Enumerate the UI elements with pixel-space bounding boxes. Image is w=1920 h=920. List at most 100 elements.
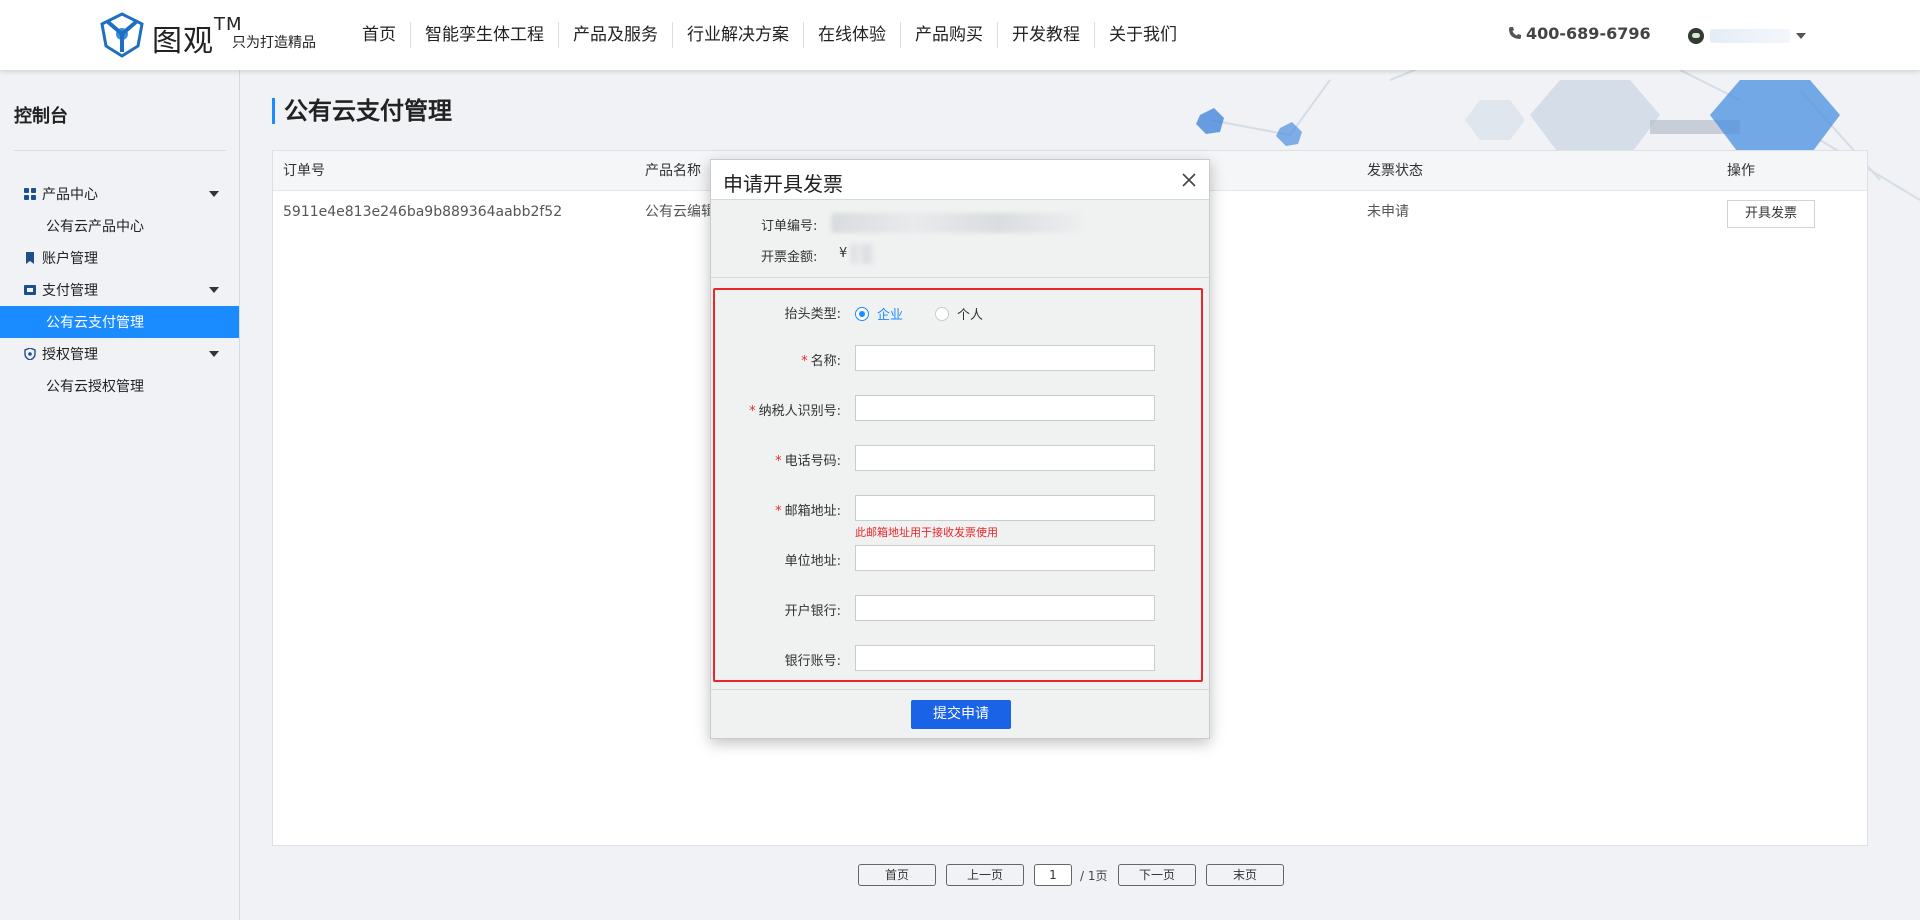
- form-row-phone: * 电话号码:: [715, 445, 1201, 473]
- dialog-footer-divider: [711, 689, 1209, 690]
- user-menu[interactable]: [1688, 28, 1806, 44]
- dialog-divider: [711, 277, 1209, 278]
- bank-input[interactable]: [855, 595, 1155, 621]
- phone-label: 电话号码:: [784, 454, 841, 469]
- brand-name[interactable]: 图观TM: [152, 14, 243, 60]
- issue-invoice-button[interactable]: 开具发票: [1727, 200, 1815, 228]
- page-number-input[interactable]: 1: [1034, 864, 1072, 886]
- sidebar-menu: 产品中心 公有云产品中心 账户管理 支付管理 公有云支付管理 授权管理 公有云授…: [0, 178, 239, 402]
- sidebar-item-public-cloud-auth[interactable]: 公有云授权管理: [0, 370, 239, 402]
- phone-number: 400-689-6796: [1526, 24, 1651, 43]
- invoice-form: 抬头类型: 企业 个人 * 名称: * 纳税人识别号: * 电话号码: * 邮箱地址: …: [713, 288, 1203, 682]
- form-row-email: * 邮箱地址: 此邮箱地址用于接收发票使用: [715, 495, 1201, 539]
- bank-account-label: 银行账号:: [784, 654, 841, 669]
- avatar[interactable]: [1688, 28, 1704, 44]
- chevron-down-icon[interactable]: [1796, 33, 1806, 39]
- email-hint: 此邮箱地址用于接收发票使用: [855, 526, 998, 539]
- form-row-company-address: 单位地址:: [715, 545, 1201, 573]
- sidebar-item-account[interactable]: 账户管理: [0, 242, 239, 274]
- last-page-button[interactable]: 末页: [1206, 864, 1284, 886]
- nav-about[interactable]: 关于我们: [1095, 22, 1191, 48]
- nav-solutions[interactable]: 行业解决方案: [673, 22, 804, 48]
- sidebar-item-label: 公有云产品中心: [46, 219, 144, 235]
- sidebar-item-label: 授权管理: [42, 347, 98, 363]
- email-input[interactable]: [855, 495, 1155, 521]
- radio-unchecked-icon[interactable]: [935, 306, 949, 321]
- caret-down-icon[interactable]: [209, 287, 219, 293]
- nav-online-demo[interactable]: 在线体验: [804, 22, 901, 48]
- sidebar-divider: [14, 150, 226, 151]
- email-label: 邮箱地址:: [784, 504, 841, 519]
- sidebar-item-public-cloud-payment[interactable]: 公有云支付管理: [0, 306, 239, 338]
- invoice-dialog: 申请开具发票 订单编号: 开票金额: ¥ 抬头类型: 企业 个人 * 名称: * 纳…: [710, 159, 1210, 739]
- hotline: 400-689-6796: [1508, 24, 1651, 43]
- grid-icon: [24, 188, 36, 200]
- currency-symbol: ¥: [839, 246, 848, 261]
- tax-id-label: 纳税人识别号:: [758, 404, 841, 419]
- cell-invoice-status: 未申请: [1367, 204, 1409, 220]
- page-total: / 1页: [1080, 869, 1108, 883]
- radio-checked-icon[interactable]: [855, 306, 869, 321]
- sidebar-item-public-cloud-products[interactable]: 公有云产品中心: [0, 210, 239, 242]
- form-row-bank: 开户银行:: [715, 595, 1201, 623]
- tax-id-input[interactable]: [855, 395, 1155, 421]
- bookmark-icon: [26, 252, 34, 264]
- bank-label: 开户银行:: [784, 604, 841, 619]
- caret-down-icon[interactable]: [209, 191, 219, 197]
- company-address-label: 单位地址:: [784, 554, 841, 569]
- invoice-amount-row: 开票金额: ¥: [711, 244, 1209, 266]
- sidebar-item-product-center[interactable]: 产品中心: [0, 178, 239, 210]
- caret-down-icon[interactable]: [209, 351, 219, 357]
- main-nav: 首页 智能孪生体工程 产品及服务 行业解决方案 在线体验 产品购买 开发教程 关…: [348, 22, 1191, 48]
- order-number-value-blurred: [831, 213, 1081, 233]
- form-row-bank-account: 银行账号:: [715, 645, 1201, 673]
- col-action: 操作: [1727, 163, 1755, 179]
- radio-enterprise[interactable]: 企业: [855, 304, 903, 323]
- nav-products-services[interactable]: 产品及服务: [559, 22, 673, 48]
- sidebar: 控制台 产品中心 公有云产品中心 账户管理 支付管理 公有云支付管理 授权管理: [0, 70, 240, 920]
- sidebar-title: 控制台: [14, 106, 68, 127]
- phone-input[interactable]: [855, 445, 1155, 471]
- nav-digital-twin[interactable]: 智能孪生体工程: [411, 22, 559, 48]
- phone-icon: [1509, 27, 1521, 39]
- nav-home[interactable]: 首页: [348, 22, 411, 48]
- nav-purchase[interactable]: 产品购买: [901, 22, 998, 48]
- order-number-row: 订单编号:: [711, 213, 1209, 235]
- sidebar-item-authorization[interactable]: 授权管理: [0, 338, 239, 370]
- invoice-amount-label: 开票金额:: [761, 250, 818, 265]
- page-title: 公有云支付管理: [272, 98, 452, 124]
- next-page-button[interactable]: 下一页: [1118, 864, 1196, 886]
- brand-slogan: 只为打造精品: [232, 35, 316, 51]
- sidebar-item-label: 支付管理: [42, 283, 98, 299]
- form-row-name: * 名称:: [715, 345, 1201, 373]
- col-product-name: 产品名称: [645, 163, 701, 179]
- ticket-icon: [24, 285, 36, 295]
- header-type-label: 抬头类型:: [784, 307, 841, 322]
- top-header: 图观TM 只为打造精品 首页 智能孪生体工程 产品及服务 行业解决方案 在线体验…: [0, 0, 1920, 70]
- radio-personal[interactable]: 个人: [935, 304, 983, 323]
- shield-icon: [24, 348, 36, 360]
- cell-order-no: 5911e4e813e246ba9b889364aabb2f52: [283, 204, 563, 220]
- col-order-no: 订单号: [283, 163, 325, 179]
- submit-application-button[interactable]: 提交申请: [911, 700, 1011, 729]
- cell-product: 公有云编辑: [645, 204, 715, 220]
- bank-account-input[interactable]: [855, 645, 1155, 671]
- col-invoice-status: 发票状态: [1367, 163, 1423, 179]
- company-address-input[interactable]: [855, 545, 1155, 571]
- form-row-tax-id: * 纳税人识别号:: [715, 395, 1201, 423]
- prev-page-button[interactable]: 上一页: [946, 864, 1024, 886]
- tuguan-logo-icon[interactable]: [98, 12, 146, 58]
- sidebar-item-label: 产品中心: [42, 187, 98, 203]
- close-icon[interactable]: [1181, 172, 1197, 188]
- sidebar-item-label: 账户管理: [42, 251, 98, 267]
- username-blurred[interactable]: [1710, 29, 1790, 43]
- invoice-amount-value-blurred: [851, 244, 875, 264]
- first-page-button[interactable]: 首页: [858, 864, 936, 886]
- sidebar-item-label: 公有云支付管理: [46, 315, 144, 331]
- sidebar-item-label: 公有云授权管理: [46, 379, 144, 395]
- name-input[interactable]: [855, 345, 1155, 371]
- nav-tutorials[interactable]: 开发教程: [998, 22, 1095, 48]
- header-type-row: 抬头类型: 企业 个人: [715, 298, 1201, 326]
- sidebar-item-payment[interactable]: 支付管理: [0, 274, 239, 306]
- order-number-label: 订单编号:: [761, 219, 818, 234]
